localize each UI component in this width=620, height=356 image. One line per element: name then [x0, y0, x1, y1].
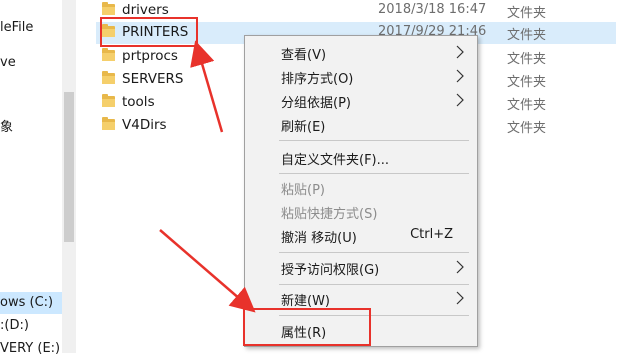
nav-item-c-drive[interactable]: ows (C:): [0, 292, 62, 314]
menu-item-label: 自定义文件夹(F)...: [281, 153, 390, 168]
file-type: 文件夹: [507, 28, 547, 43]
menu-item-label: 查看(V): [281, 48, 327, 63]
menu-item-group[interactable]: 分组依据(P): [245, 89, 477, 113]
menu-item-label: 撤消 移动(U): [281, 231, 357, 246]
menu-separator: [279, 284, 469, 285]
nav-item-drive[interactable]: ve: [0, 55, 60, 70]
menu-item-label: 分组依据(P): [281, 96, 351, 111]
menu-item-label: 新建(W): [281, 294, 330, 309]
menu-item-sort[interactable]: 排序方式(O): [245, 65, 477, 89]
chevron-right-icon: [456, 260, 464, 274]
chevron-right-icon: [456, 69, 464, 83]
menu-item-grant-access[interactable]: 授予访问权限(G): [245, 256, 477, 280]
file-date: 2018/3/18 16:47: [378, 2, 487, 17]
menu-item-refresh[interactable]: 刷新(E): [245, 113, 477, 137]
chevron-right-icon: [456, 291, 464, 305]
file-name: V4Dirs: [122, 117, 167, 133]
menu-item-paste[interactable]: 粘贴(P): [245, 176, 477, 200]
annotation-box-printers: [100, 17, 198, 47]
file-name: prtprocs: [122, 48, 178, 64]
nav-item-onedrive-file[interactable]: leFile: [0, 20, 60, 35]
nav-item-d-drive[interactable]: :(D:): [0, 318, 60, 333]
menu-item-label: 粘贴(P): [281, 183, 325, 198]
annotation-box-properties: [243, 308, 371, 346]
file-type: 文件夹: [507, 75, 547, 90]
file-name: SERVERS: [122, 71, 184, 87]
menu-separator: [279, 173, 469, 174]
chevron-right-icon: [456, 45, 464, 59]
folder-icon: [102, 71, 115, 84]
file-type: 文件夹: [507, 52, 547, 67]
file-type: 文件夹: [507, 6, 547, 21]
nav-scrollbar-thumb[interactable]: [64, 92, 74, 242]
menu-item-shortcut: Ctrl+Z: [410, 227, 453, 242]
chevron-right-icon: [456, 93, 464, 107]
menu-item-customize-folder[interactable]: 自定义文件夹(F)...: [245, 146, 477, 170]
menu-item-paste-shortcut[interactable]: 粘贴快捷方式(S): [245, 200, 477, 224]
nav-item-e-drive[interactable]: VERY (E:): [0, 341, 60, 356]
menu-separator: [279, 140, 469, 141]
nav-item-objects[interactable]: 象: [0, 116, 60, 135]
file-type: 文件夹: [507, 98, 547, 113]
folder-icon: [102, 117, 115, 130]
menu-separator: [279, 252, 469, 253]
menu-item-view[interactable]: 查看(V): [245, 41, 477, 65]
navigation-pane: leFile ve 象 ows (C:) :(D:) VERY (E:): [0, 0, 76, 356]
menu-item-label: 刷新(E): [281, 120, 326, 135]
file-type: 文件夹: [507, 121, 547, 136]
folder-icon: [102, 48, 115, 61]
context-menu: 查看(V) 排序方式(O) 分组依据(P) 刷新(E) 自定义文件夹(F)...…: [244, 35, 478, 347]
folder-icon: [102, 2, 115, 15]
file-name: tools: [122, 94, 155, 110]
folder-icon: [102, 94, 115, 107]
menu-item-label: 授予访问权限(G): [281, 263, 380, 278]
menu-item-undo-move[interactable]: 撤消 移动(U) Ctrl+Z: [245, 224, 477, 248]
file-name: drivers: [122, 2, 169, 18]
menu-item-label: 排序方式(O): [281, 72, 354, 87]
annotation-arrow-to-properties: [159, 229, 256, 313]
menu-item-label: 粘贴快捷方式(S): [281, 207, 378, 222]
